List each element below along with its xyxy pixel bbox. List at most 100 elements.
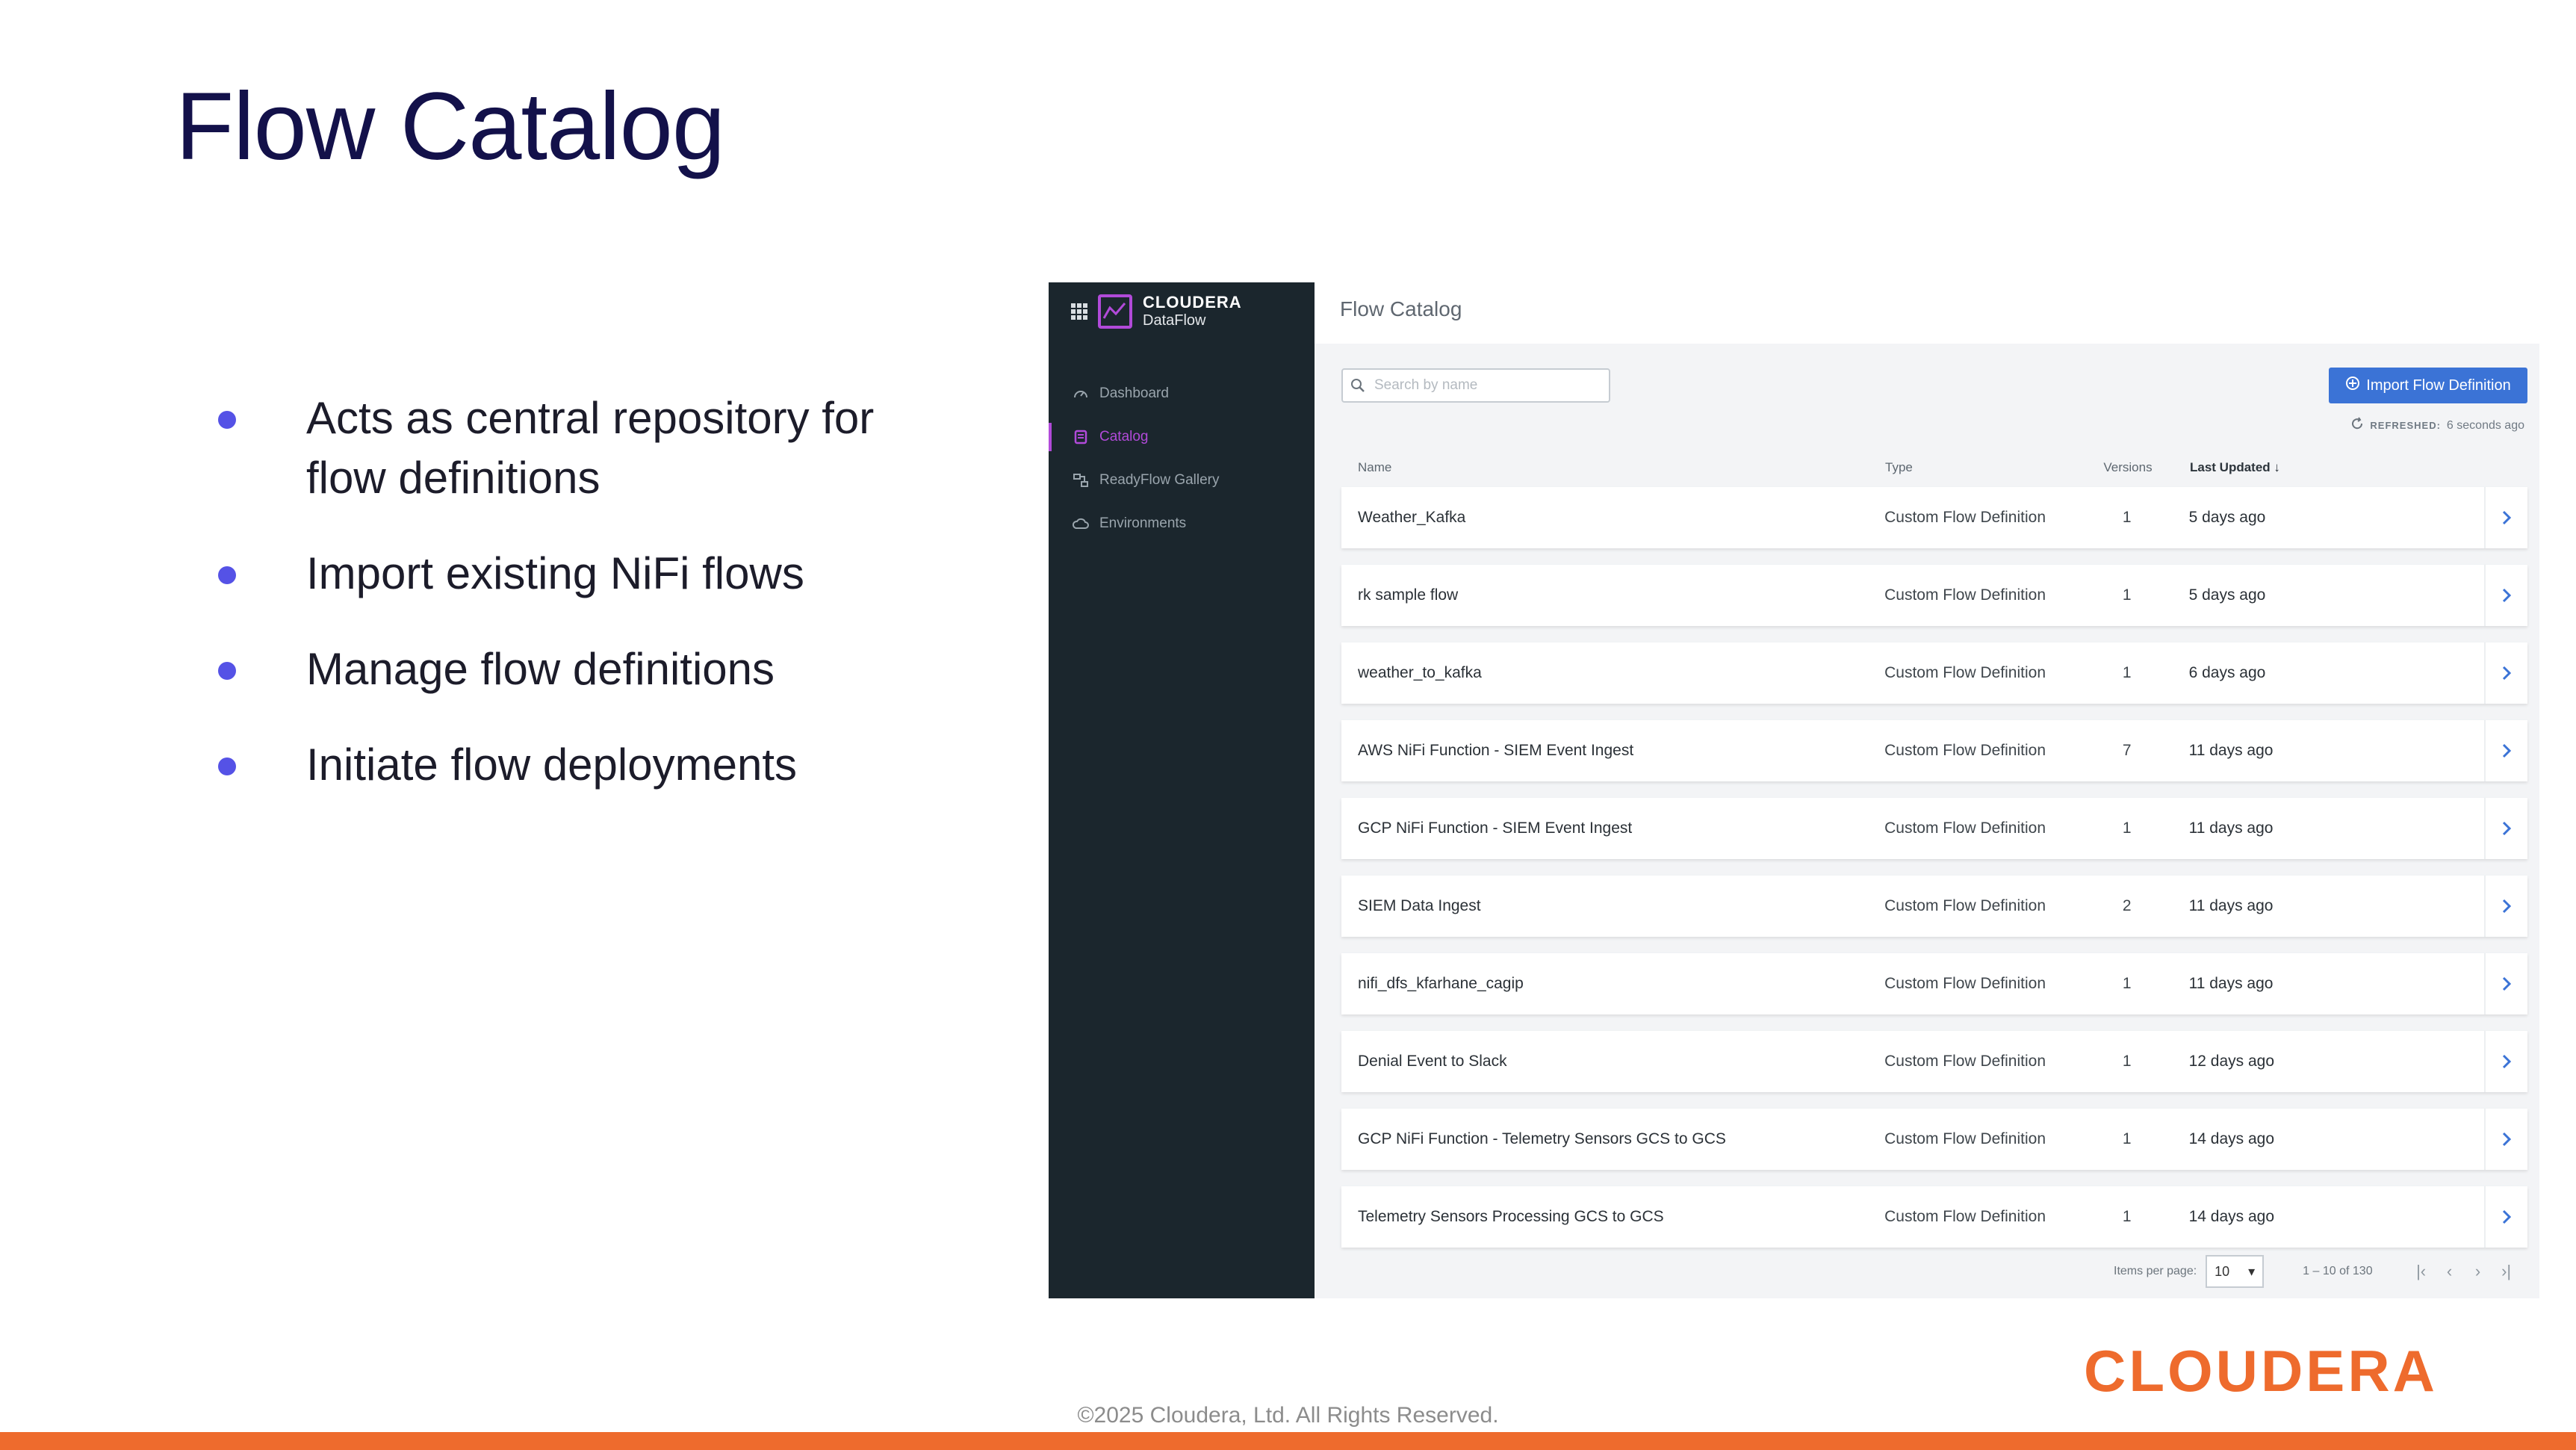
import-flow-definition-button[interactable]: Import Flow Definition [2329, 368, 2527, 403]
bullet-text: Acts as central repository for flow defi… [306, 393, 875, 503]
column-header-name[interactable]: Name [1341, 460, 1869, 475]
table-row[interactable]: nifi_dfs_kfarhane_cagip Custom Flow Defin… [1341, 953, 2527, 1014]
sidebar-item-label: Dashboard [1099, 385, 1169, 401]
sidebar-item-environments[interactable]: Environments [1049, 502, 1315, 545]
refresh-icon[interactable] [2350, 417, 2364, 434]
cell-versions: 1 [2122, 1053, 2132, 1070]
cell-last-updated: 5 days ago [2188, 586, 2266, 604]
slide-title: Flow Catalog [176, 73, 725, 180]
bullet-text: Initiate flow deployments [306, 740, 798, 790]
cell-versions: 1 [2122, 509, 2132, 526]
bullet-item: Import existing NiFi flows [209, 544, 956, 604]
cell-last-updated: 11 days ago [2188, 742, 2274, 759]
column-header-last-updated[interactable]: Last Updated ↓ [2173, 460, 2486, 475]
cell-type: Custom Flow Definition [1884, 820, 2046, 837]
chevron-right-icon[interactable] [2484, 1109, 2527, 1170]
brand-product: DataFlow [1143, 312, 1206, 329]
bullet-item: Initiate flow deployments [209, 735, 956, 795]
first-page-icon[interactable]: |‹ [2412, 1262, 2431, 1281]
cell-name: GCP NiFi Function - Telemetry Sensors GC… [1358, 1130, 1726, 1147]
cloud-icon [1071, 514, 1090, 533]
cell-versions: 1 [2122, 820, 2132, 837]
cell-name: rk sample flow [1358, 586, 1459, 604]
table-row[interactable]: SIEM Data Ingest Custom Flow Definition 2 1… [1341, 876, 2527, 937]
cell-type: Custom Flow Definition [1884, 1130, 2046, 1147]
cell-last-updated: 14 days ago [2188, 1130, 2275, 1147]
page-title: Flow Catalog [1340, 297, 1462, 320]
cell-versions: 7 [2122, 742, 2132, 759]
cell-type: Custom Flow Definition [1884, 975, 2046, 992]
bullet-text: Manage flow definitions [306, 644, 775, 694]
copyright-text: ©2025 Cloudera, Ltd. All Rights Reserved… [1077, 1403, 1499, 1428]
last-page-icon[interactable]: ›| [2497, 1262, 2516, 1281]
pagination: Items per page: 10 ▾ 1 – 10 of 130 |‹ ‹ ›… [2114, 1255, 2516, 1288]
cell-name: Denial Event to Slack [1358, 1053, 1507, 1070]
sidebar-item-readyflow-gallery[interactable]: ReadyFlow Gallery [1049, 459, 1315, 502]
chevron-right-icon[interactable] [2484, 876, 2527, 937]
cell-last-updated: 11 days ago [2188, 897, 2274, 914]
table-row[interactable]: Weather_Kafka Custom Flow Definition 1 5 da… [1341, 487, 2527, 548]
sidebar-nav: Dashboard Catalog ReadyFlow Gallery Envi… [1049, 372, 1315, 545]
dataflow-logo-icon [1098, 294, 1132, 329]
cell-last-updated: 11 days ago [2188, 975, 2274, 992]
table-row[interactable]: weather_to_kafka Custom Flow Definition 1 6… [1341, 642, 2527, 704]
flow-gallery-icon [1071, 471, 1090, 490]
table-row[interactable]: GCP NiFi Function - SIEM Event Ingest Cus… [1341, 798, 2527, 859]
app-main: Flow Catalog Import Flow Definition REFR… [1315, 282, 2539, 1298]
bullet-dot-icon [218, 757, 236, 775]
page-range: 1 – 10 of 130 [2303, 1265, 2373, 1277]
cell-name: AWS NiFi Function - SIEM Event Ingest [1358, 742, 1634, 759]
cell-type: Custom Flow Definition [1884, 742, 2046, 759]
cell-last-updated: 5 days ago [2188, 509, 2266, 526]
cell-versions: 1 [2122, 975, 2132, 992]
cell-last-updated: 12 days ago [2188, 1053, 2275, 1070]
search-box[interactable] [1341, 368, 1610, 403]
bullet-text: Import existing NiFi flows [306, 548, 804, 598]
cell-type: Custom Flow Definition [1884, 1208, 2046, 1225]
app-sidebar: CLOUDERA DataFlow Dashboard Catalog Read… [1049, 282, 1315, 1298]
bullet-list: Acts as central repository for flow defi… [209, 388, 956, 831]
cell-type: Custom Flow Definition [1884, 586, 2046, 604]
cell-name: Weather_Kafka [1358, 509, 1466, 526]
table-header: Name Type Versions Last Updated ↓ [1341, 448, 2527, 487]
app-grid-icon[interactable] [1071, 303, 1087, 320]
cell-type: Custom Flow Definition [1884, 1053, 2046, 1070]
chevron-right-icon[interactable] [2484, 798, 2527, 859]
chevron-down-icon: ▾ [2248, 1263, 2256, 1279]
chevron-right-icon[interactable] [2484, 565, 2527, 626]
chevron-right-icon[interactable] [2484, 1031, 2527, 1092]
table-row[interactable]: rk sample flow Custom Flow Definition 1 5 d… [1341, 565, 2527, 626]
cell-name: nifi_dfs_kfarhane_cagip [1358, 975, 1524, 992]
bullet-dot-icon [218, 411, 236, 429]
bullet-dot-icon [218, 566, 236, 584]
gauge-icon [1071, 384, 1090, 403]
cell-versions: 1 [2122, 1130, 2132, 1147]
table-row[interactable]: Telemetry Sensors Processing GCS to GCS C… [1341, 1186, 2527, 1248]
sidebar-item-catalog[interactable]: Catalog [1049, 415, 1315, 459]
app-header: Flow Catalog [1315, 282, 2539, 344]
search-input[interactable] [1373, 377, 1600, 394]
previous-page-icon[interactable]: ‹ [2440, 1262, 2459, 1281]
chevron-right-icon[interactable] [2484, 1186, 2527, 1248]
items-per-page-label: Items per page: [2114, 1265, 2197, 1277]
cell-versions: 2 [2122, 897, 2132, 914]
cell-name: Telemetry Sensors Processing GCS to GCS [1358, 1208, 1664, 1225]
chevron-right-icon[interactable] [2484, 642, 2527, 704]
column-header-versions[interactable]: Versions [2082, 460, 2173, 475]
table-row[interactable]: AWS NiFi Function - SIEM Event Ingest Cus… [1341, 720, 2527, 781]
next-page-icon[interactable]: › [2468, 1262, 2488, 1281]
sidebar-item-label: Catalog [1099, 429, 1149, 444]
items-per-page-select[interactable]: 10 ▾ [2206, 1255, 2265, 1288]
table-row[interactable]: Denial Event to Slack Custom Flow Definit… [1341, 1031, 2527, 1092]
sidebar-item-label: ReadyFlow Gallery [1099, 472, 1220, 488]
sidebar-item-label: Environments [1099, 515, 1187, 531]
chevron-right-icon[interactable] [2484, 953, 2527, 1014]
chevron-right-icon[interactable] [2484, 720, 2527, 781]
cell-last-updated: 14 days ago [2188, 1208, 2275, 1225]
import-button-label: Import Flow Definition [2366, 377, 2511, 394]
chevron-right-icon[interactable] [2484, 487, 2527, 548]
sidebar-item-dashboard[interactable]: Dashboard [1049, 372, 1315, 415]
table-row[interactable]: GCP NiFi Function - Telemetry Sensors GC… [1341, 1109, 2527, 1170]
column-header-type[interactable]: Type [1869, 460, 2082, 475]
search-icon [1343, 378, 1373, 393]
